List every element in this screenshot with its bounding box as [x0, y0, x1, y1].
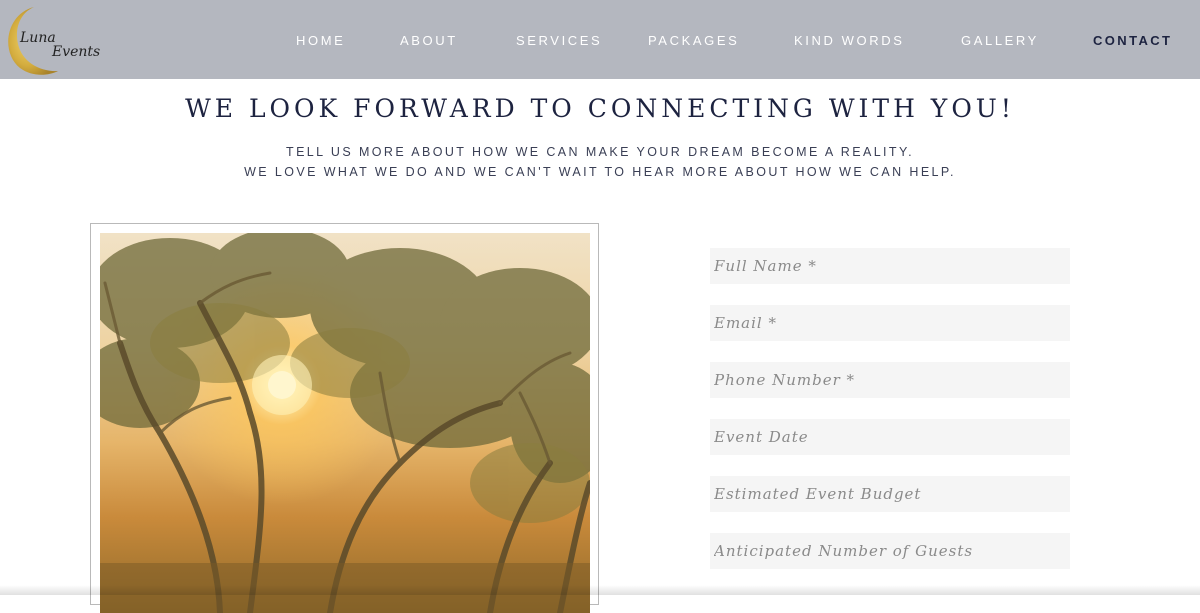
nav-item-contact[interactable]: CONTACT — [1093, 33, 1172, 48]
nav-item-packages[interactable]: PACKAGES — [648, 33, 739, 48]
sunset-trees-photo — [100, 233, 590, 613]
phone-number-field[interactable] — [710, 362, 1070, 398]
nav-item-home[interactable]: HOME — [296, 33, 345, 48]
nav-item-gallery[interactable]: GALLERY — [961, 33, 1039, 48]
site-header: Luna Events HOME ABOUT SERVICES PACKAGES… — [0, 0, 1200, 79]
email-field[interactable] — [710, 305, 1070, 341]
guest-count-field[interactable] — [710, 533, 1070, 569]
photo-frame — [90, 223, 599, 613]
event-date-field[interactable] — [710, 419, 1070, 455]
subheading-line-1: TELL US MORE ABOUT HOW WE CAN MAKE YOUR … — [286, 145, 914, 159]
event-budget-field[interactable] — [710, 476, 1070, 512]
full-name-field[interactable] — [710, 248, 1070, 284]
nav-item-services[interactable]: SERVICES — [516, 33, 602, 48]
nav-item-kind-words[interactable]: KIND WORDS — [794, 33, 905, 48]
page-headline: WE LOOK FORWARD TO CONNECTING WITH YOU! — [185, 94, 1015, 123]
tree-silhouettes — [100, 233, 590, 613]
subheading-line-2: WE LOVE WHAT WE DO AND WE CAN'T WAIT TO … — [244, 165, 956, 179]
window-bottom-edge — [0, 585, 1200, 595]
nav-item-about[interactable]: ABOUT — [400, 33, 458, 48]
main-nav: HOME ABOUT SERVICES PACKAGES KIND WORDS … — [0, 33, 1200, 49]
